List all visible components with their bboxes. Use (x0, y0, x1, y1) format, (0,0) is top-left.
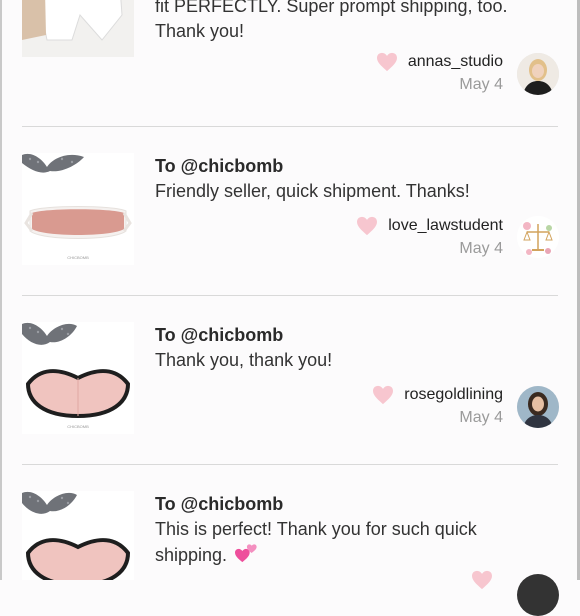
reviewer-row: annas_studio (376, 52, 503, 72)
reviewer-row: rosegoldlining (372, 385, 503, 405)
product-thumbnail[interactable] (22, 0, 134, 57)
review-recipient: To @chicbomb (155, 156, 284, 176)
heart-icon (357, 216, 378, 236)
review-date: May 4 (459, 240, 503, 257)
divider (22, 126, 558, 127)
review-message: This is perfect! Thank you for such quic… (155, 519, 477, 565)
reviewer-avatar[interactable] (517, 53, 559, 95)
two-hearts-emoji (235, 544, 257, 563)
review-date: May 4 (459, 409, 503, 426)
svg-text:CHICBOMB: CHICBOMB (67, 424, 89, 429)
divider (22, 464, 558, 465)
review-message-container: This is perfect! Thank you for such quic… (155, 517, 535, 568)
left-edge-line (0, 0, 2, 580)
reviewer-avatar[interactable] (517, 386, 559, 428)
product-thumbnail[interactable]: CHICBOMB (22, 322, 134, 434)
reviewer-username[interactable]: rosegoldlining (404, 386, 503, 404)
review-date: May 4 (459, 76, 503, 93)
review-message: Friendly seller, quick shipment. Thanks! (155, 181, 470, 201)
reviewer-avatar[interactable] (517, 574, 559, 616)
review-recipient: To @chicbomb (155, 494, 284, 514)
review-recipient: To @chicbomb (155, 325, 284, 345)
review-message: Thank you, thank you! (155, 350, 333, 370)
reviewer-avatar[interactable] (517, 216, 559, 258)
heart-icon (376, 52, 397, 72)
reviewer-row: love_lawstudent (356, 216, 503, 236)
svg-text:CHICBOMB: CHICBOMB (67, 255, 89, 260)
heart-icon (373, 385, 394, 405)
product-thumbnail[interactable] (22, 491, 134, 580)
review-message: fit PERFECTLY. Super prompt shipping, to… (155, 0, 508, 41)
heart-icon (472, 570, 492, 590)
reviewer-username[interactable]: annas_studio (408, 53, 503, 71)
reviewer-row (471, 570, 503, 590)
reviewer-username[interactable]: love_lawstudent (388, 217, 503, 235)
product-thumbnail[interactable]: CHICBOMB (22, 153, 134, 265)
divider (22, 295, 558, 296)
